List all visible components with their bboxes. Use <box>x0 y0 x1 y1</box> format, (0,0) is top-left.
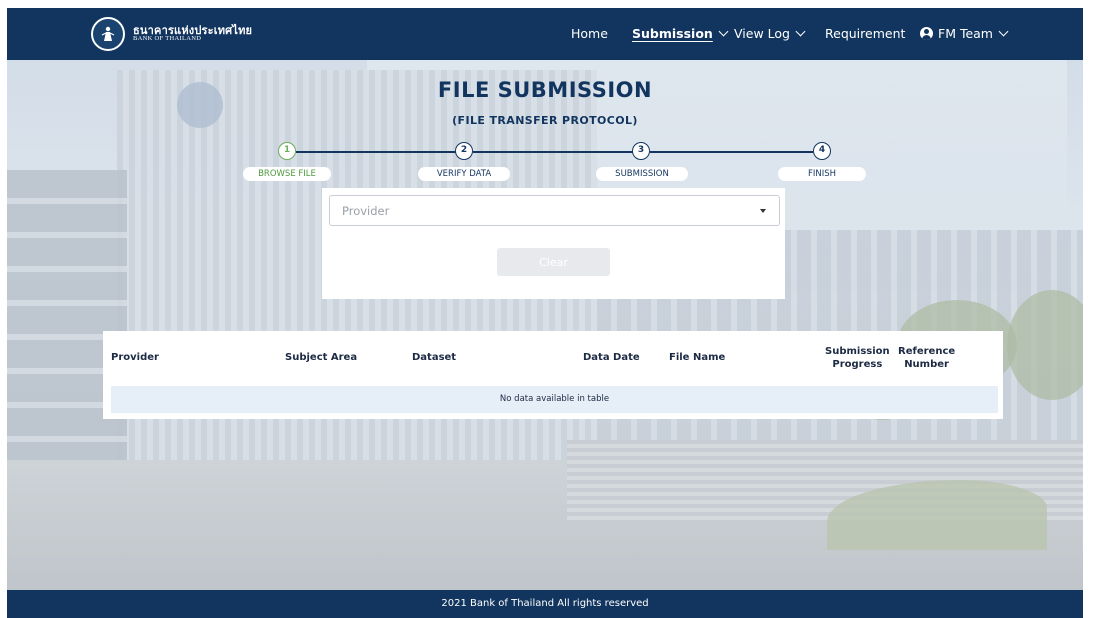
column-header-dataset[interactable]: Dataset <box>412 351 456 364</box>
nav-submission-label: Submission <box>632 26 713 41</box>
bank-seal-icon <box>91 17 125 51</box>
page-title: FILE SUBMISSION <box>437 78 653 102</box>
chevron-down-icon <box>718 26 729 37</box>
chevron-down-icon <box>795 26 806 37</box>
column-header-submission-progress[interactable]: Submission Progress <box>825 345 890 371</box>
stepper-connector <box>296 151 459 153</box>
stepper-connector <box>473 151 636 153</box>
column-header-subject-area[interactable]: Subject Area <box>285 351 357 364</box>
page-frame: ธนาคารแห่งประเทศไทย BANK OF THAILAND Hom… <box>7 8 1083 618</box>
page-subtitle: (FILE TRANSFER PROTOCOL) <box>452 114 638 127</box>
step-3-label: SUBMISSION <box>596 167 688 181</box>
user-icon <box>920 27 933 40</box>
step-4-label: FINISH <box>778 167 866 181</box>
column-header-reference-number-line2: Number <box>904 359 949 370</box>
step-2-circle: 2 <box>455 142 473 160</box>
column-header-reference-number[interactable]: Reference Number <box>898 345 955 371</box>
provider-card: Provider Clear <box>322 188 785 299</box>
top-navbar: ธนาคารแห่งประเทศไทย BANK OF THAILAND Hom… <box>7 8 1083 60</box>
step-3-circle: 3 <box>632 142 650 160</box>
provider-select-placeholder: Provider <box>342 204 390 218</box>
step-2-label: VERIFY DATA <box>418 167 510 181</box>
table-empty-row: No data available in table <box>111 386 998 413</box>
column-header-data-date[interactable]: Data Date <box>583 351 640 364</box>
nav-home[interactable]: Home <box>571 26 608 41</box>
nav-view-log[interactable]: View Log <box>734 26 806 41</box>
step-1-circle: 1 <box>278 142 296 160</box>
column-header-reference-number-line1: Reference <box>898 346 956 357</box>
user-name: FM Team <box>938 26 993 41</box>
bank-logo[interactable]: ธนาคารแห่งประเทศไทย BANK OF THAILAND <box>91 15 252 53</box>
nav-view-log-label: View Log <box>734 26 790 41</box>
step-1-label: BROWSE FILE <box>243 167 331 181</box>
logo-english-name: BANK OF THAILAND <box>133 35 202 43</box>
provider-select[interactable]: Provider <box>329 195 780 226</box>
background-building-image <box>7 60 1083 590</box>
nav-submission[interactable]: Submission <box>632 26 729 41</box>
nav-requirement[interactable]: Requirement <box>825 26 905 41</box>
step-4-circle: 4 <box>813 142 831 160</box>
column-header-provider[interactable]: Provider <box>111 351 159 364</box>
chevron-down-icon <box>998 26 1009 37</box>
caret-down-icon <box>760 209 766 213</box>
submission-table: Provider Subject Area Dataset Data Date … <box>103 331 1003 419</box>
user-menu[interactable]: FM Team <box>920 26 1009 41</box>
footer-copyright: 2021 Bank of Thailand All rights reserve… <box>7 590 1083 618</box>
column-header-file-name[interactable]: File Name <box>669 351 725 364</box>
stepper-connector <box>650 151 813 153</box>
clear-button[interactable]: Clear <box>497 248 610 276</box>
column-header-submission-progress-line2: Progress <box>832 359 883 370</box>
column-header-submission-progress-line1: Submission <box>825 346 890 357</box>
